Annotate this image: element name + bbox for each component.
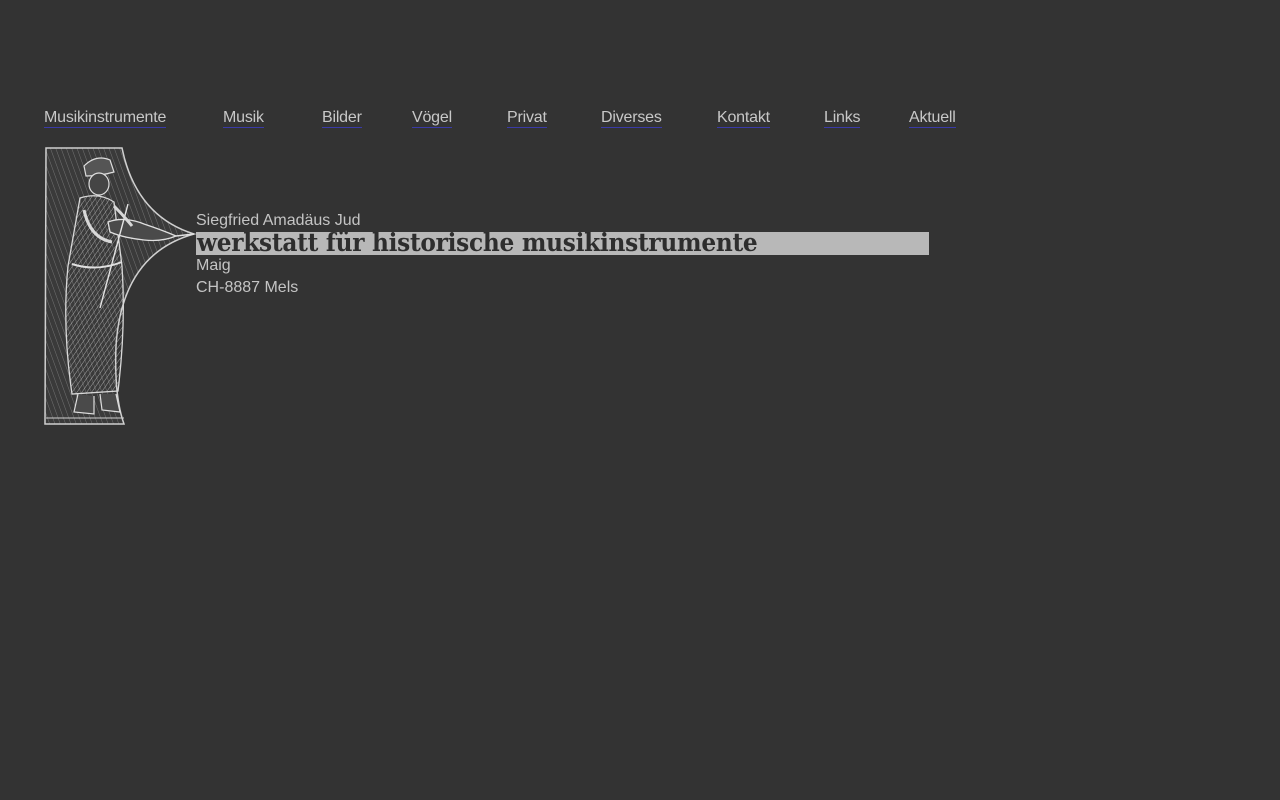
address-city: CH-8887 Mels	[196, 279, 299, 296]
nav-link-links[interactable]: Links	[824, 109, 861, 128]
workshop-tagline: werkstatt für historische musikinstrumen…	[197, 232, 758, 255]
nav-link-diverses[interactable]: Diverses	[601, 109, 662, 128]
nav-link-musik[interactable]: Musik	[223, 109, 264, 128]
main-navigation: Musikinstrumente Musik Bilder Vögel Priv…	[0, 109, 1280, 131]
nav-link-bilder[interactable]: Bilder	[322, 109, 362, 128]
workshop-info: Siegfried Amadäus Jud werkstatt für hist…	[196, 210, 936, 299]
nav-link-musikinstrumente[interactable]: Musikinstrumente	[44, 109, 166, 128]
nav-link-aktuell[interactable]: Aktuell	[909, 109, 956, 128]
violinist-woodcut-icon	[44, 146, 196, 426]
address-street: Maig	[196, 257, 231, 274]
nav-link-voegel[interactable]: Vögel	[412, 109, 452, 128]
nav-link-kontakt[interactable]: Kontakt	[717, 109, 770, 128]
workshop-banner: werkstatt für historische musikinstrumen…	[196, 232, 929, 255]
nav-link-privat[interactable]: Privat	[507, 109, 547, 128]
owner-name: Siegfried Amadäus Jud	[196, 212, 361, 229]
